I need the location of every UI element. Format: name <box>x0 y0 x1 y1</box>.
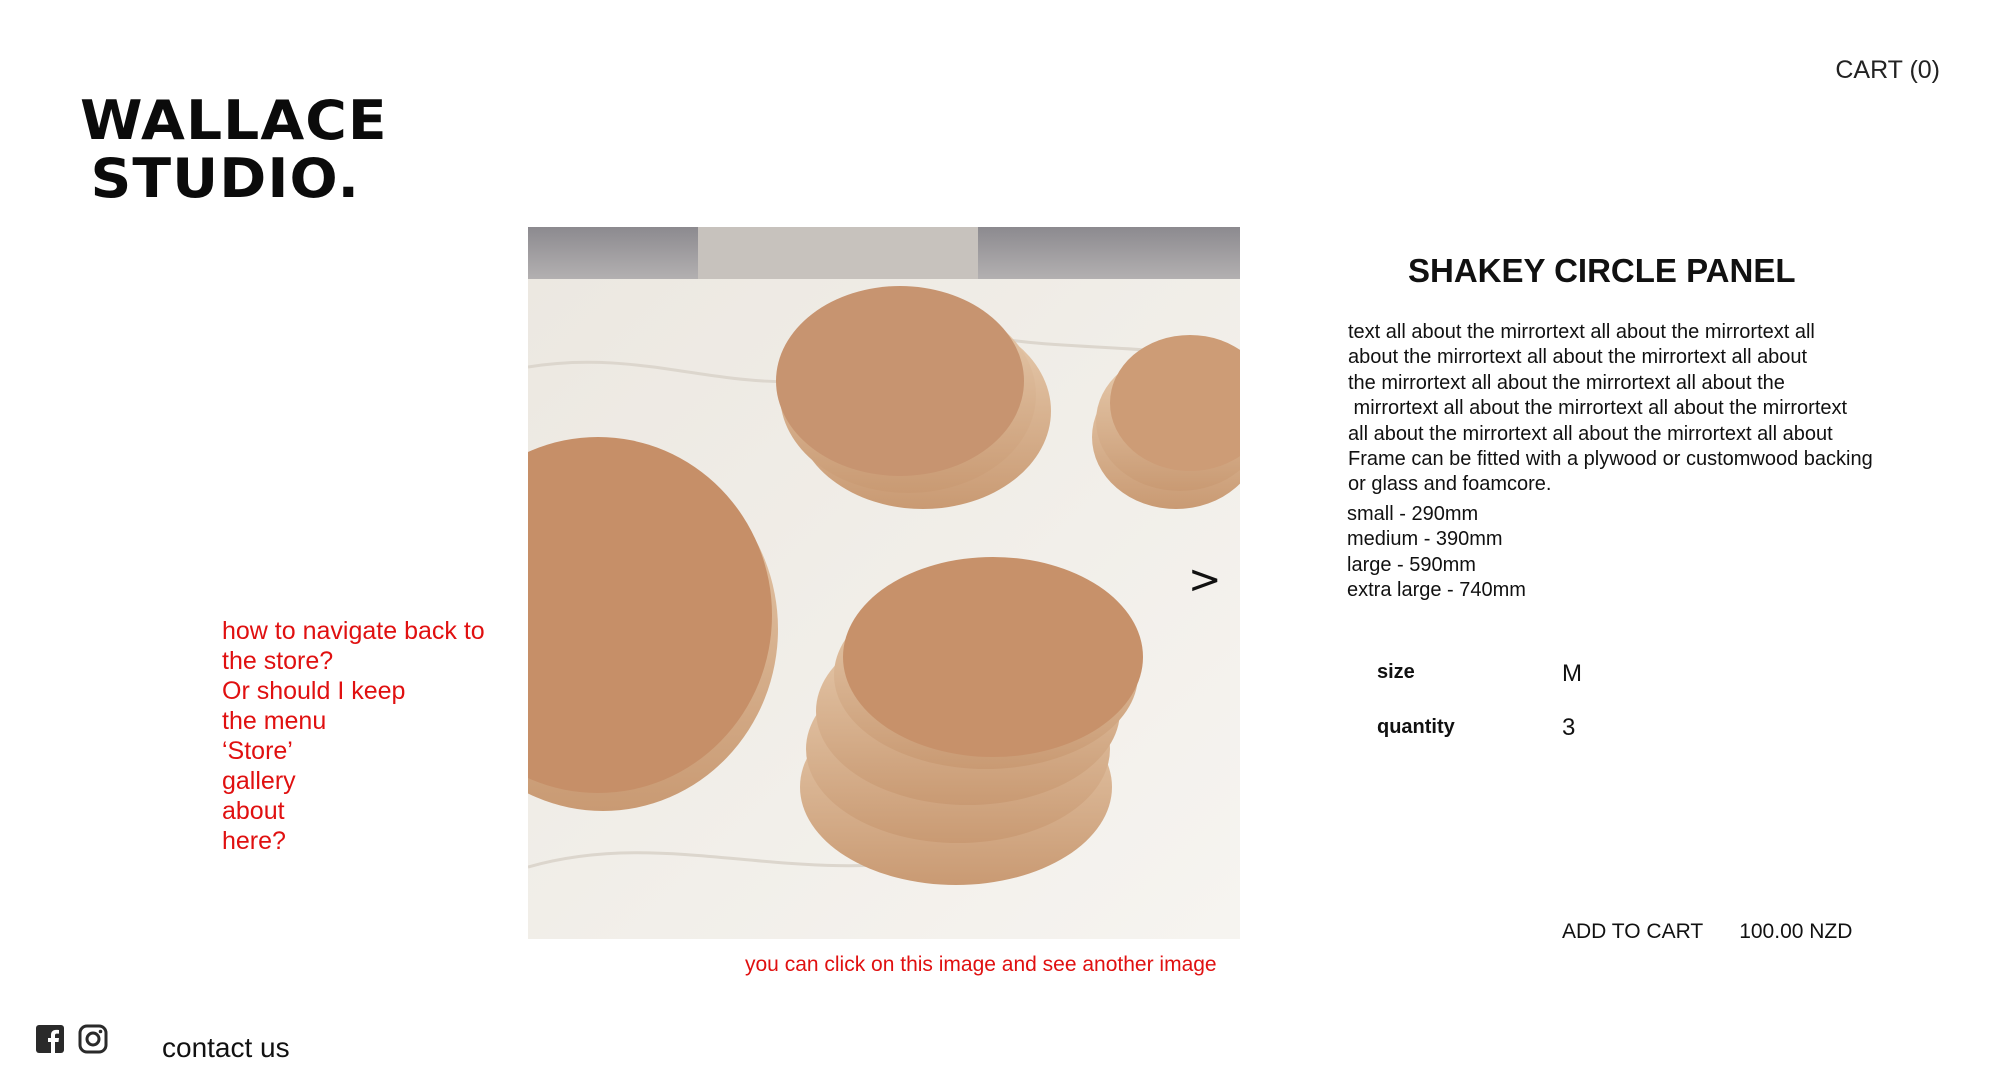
note-line: the store? <box>222 647 334 675</box>
purchase-row: ADD TO CART 100.00 NZD <box>1562 920 1852 944</box>
instagram-icon[interactable] <box>78 1024 108 1059</box>
note-line: the menu <box>222 707 327 735</box>
description-line: about the mirrortext all about the mirro… <box>1348 346 1808 369</box>
quantity-input[interactable]: 3 <box>1562 714 1575 742</box>
size-item: large - 590mm <box>1347 553 1476 576</box>
next-image-button[interactable]: > <box>1188 556 1222 604</box>
brand-logo-line2: STUDIO. <box>90 147 361 210</box>
size-item: medium - 390mm <box>1347 528 1503 551</box>
image-caption-note: you can click on this image and see anot… <box>745 953 1217 976</box>
product-price: 100.00 NZD <box>1739 920 1853 943</box>
brand-logo-line1: WALLACE <box>80 89 388 152</box>
description-line: text all about the mirrortext all about … <box>1348 321 1815 343</box>
description-line: all about the mirrortext all about the m… <box>1348 422 1833 445</box>
description-line: the mirrortext all about the mirrortext … <box>1348 371 1785 394</box>
social-links <box>36 1024 108 1059</box>
product-title: SHAKEY CIRCLE PANEL <box>1408 252 1796 289</box>
add-to-cart-button[interactable]: ADD TO CART <box>1562 920 1703 944</box>
description-line: or glass and foamcore. <box>1348 473 1552 496</box>
quantity-label: quantity <box>1377 716 1455 738</box>
facebook-icon[interactable] <box>36 1025 64 1058</box>
size-item: small - 290mm <box>1347 503 1479 525</box>
note-line: Or should I keep <box>222 677 406 705</box>
note-line: ‘Store’ <box>222 737 293 765</box>
size-select[interactable]: M <box>1562 660 1582 688</box>
product-description: text all about the mirrortext all about … <box>1348 320 1908 498</box>
description-line: Frame can be fitted with a plywood or cu… <box>1348 448 1873 471</box>
designer-note: how to navigate back to the store? Or sh… <box>222 616 522 856</box>
cart-link[interactable]: CART (0) <box>1835 56 1940 85</box>
note-line: about <box>222 797 285 825</box>
note-line: gallery <box>222 767 296 795</box>
note-line: how to navigate back to <box>222 617 485 645</box>
contact-us-link[interactable]: contact us <box>162 1032 290 1064</box>
size-label: size <box>1377 661 1415 683</box>
brand-logo[interactable]: WALLACE STUDIO. <box>80 92 388 208</box>
product-photo-illustration <box>528 227 1240 939</box>
product-image[interactable] <box>528 227 1240 939</box>
note-line: here? <box>222 827 286 855</box>
size-item: extra large - 740mm <box>1347 579 1526 602</box>
size-list: small - 290mm medium - 390mm large - 590… <box>1347 502 1526 604</box>
description-line: mirrortext all about the mirrortext all … <box>1348 397 1848 420</box>
